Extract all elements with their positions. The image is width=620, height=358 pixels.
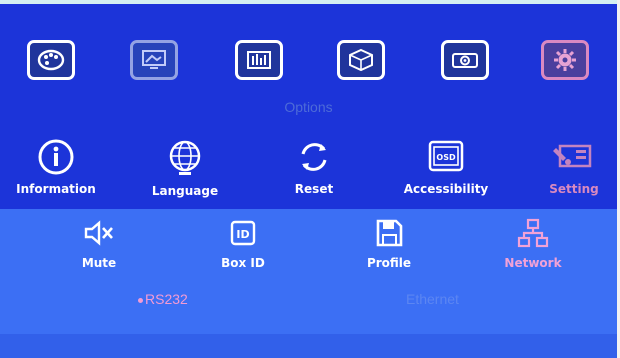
- monitor-image-icon[interactable]: [130, 40, 178, 80]
- network-choice-ethernet[interactable]: Ethernet: [406, 291, 459, 307]
- menu-title: Options: [284, 99, 333, 115]
- sub-option-box-id[interactable]: ID Box ID: [208, 218, 278, 270]
- sub-option-network[interactable]: Network: [492, 218, 574, 270]
- option-label: Reset: [294, 182, 334, 196]
- choice-label: RS232: [145, 291, 188, 307]
- setting-tools-icon: [553, 144, 592, 168]
- option-language[interactable]: Language: [137, 138, 233, 198]
- selected-dot-icon: [138, 297, 143, 303]
- globe-icon: [169, 140, 201, 175]
- option-label: Setting: [549, 182, 599, 196]
- panel-bottom-band: [0, 334, 617, 358]
- sub-option-profile[interactable]: Profile: [354, 218, 424, 270]
- osd-screen: Options Information Language Reset OSD A…: [0, 0, 617, 358]
- equalizer-icon[interactable]: [235, 40, 283, 80]
- id-icon: ID: [230, 220, 256, 246]
- gear-icon[interactable]: [541, 40, 589, 80]
- osd-icon: OSD: [428, 140, 464, 172]
- osd-icon-text: OSD: [436, 153, 456, 162]
- option-label: Accessibility: [403, 182, 489, 196]
- sub-option-label: Network: [504, 256, 562, 270]
- options-row: Information Language Reset OSD Accessibi…: [0, 138, 617, 208]
- sub-option-label: Mute: [81, 256, 117, 270]
- top-icon-row: [0, 40, 617, 90]
- option-accessibility[interactable]: OSD Accessibility: [394, 138, 498, 196]
- save-disk-icon: [376, 219, 403, 247]
- sub-option-mute[interactable]: Mute: [64, 218, 134, 270]
- option-setting[interactable]: Setting: [534, 138, 614, 196]
- sub-option-label: Profile: [366, 256, 412, 270]
- projector-icon[interactable]: [441, 40, 489, 80]
- option-label: Information: [16, 182, 96, 196]
- network-choice-rs232[interactable]: RS232: [138, 291, 188, 307]
- info-icon: [38, 139, 74, 175]
- option-label: Language: [151, 184, 219, 198]
- sub-option-label: Box ID: [221, 256, 265, 270]
- choice-label: Ethernet: [406, 291, 459, 307]
- 3d-cube-icon[interactable]: [337, 40, 385, 80]
- speaker-mute-icon: [84, 220, 113, 246]
- option-information[interactable]: Information: [8, 138, 104, 196]
- id-icon-text: ID: [236, 228, 249, 241]
- reset-arrows-icon: [301, 143, 327, 171]
- option-reset[interactable]: Reset: [266, 138, 362, 196]
- network-icon: [517, 218, 549, 248]
- palette-icon[interactable]: [27, 40, 75, 80]
